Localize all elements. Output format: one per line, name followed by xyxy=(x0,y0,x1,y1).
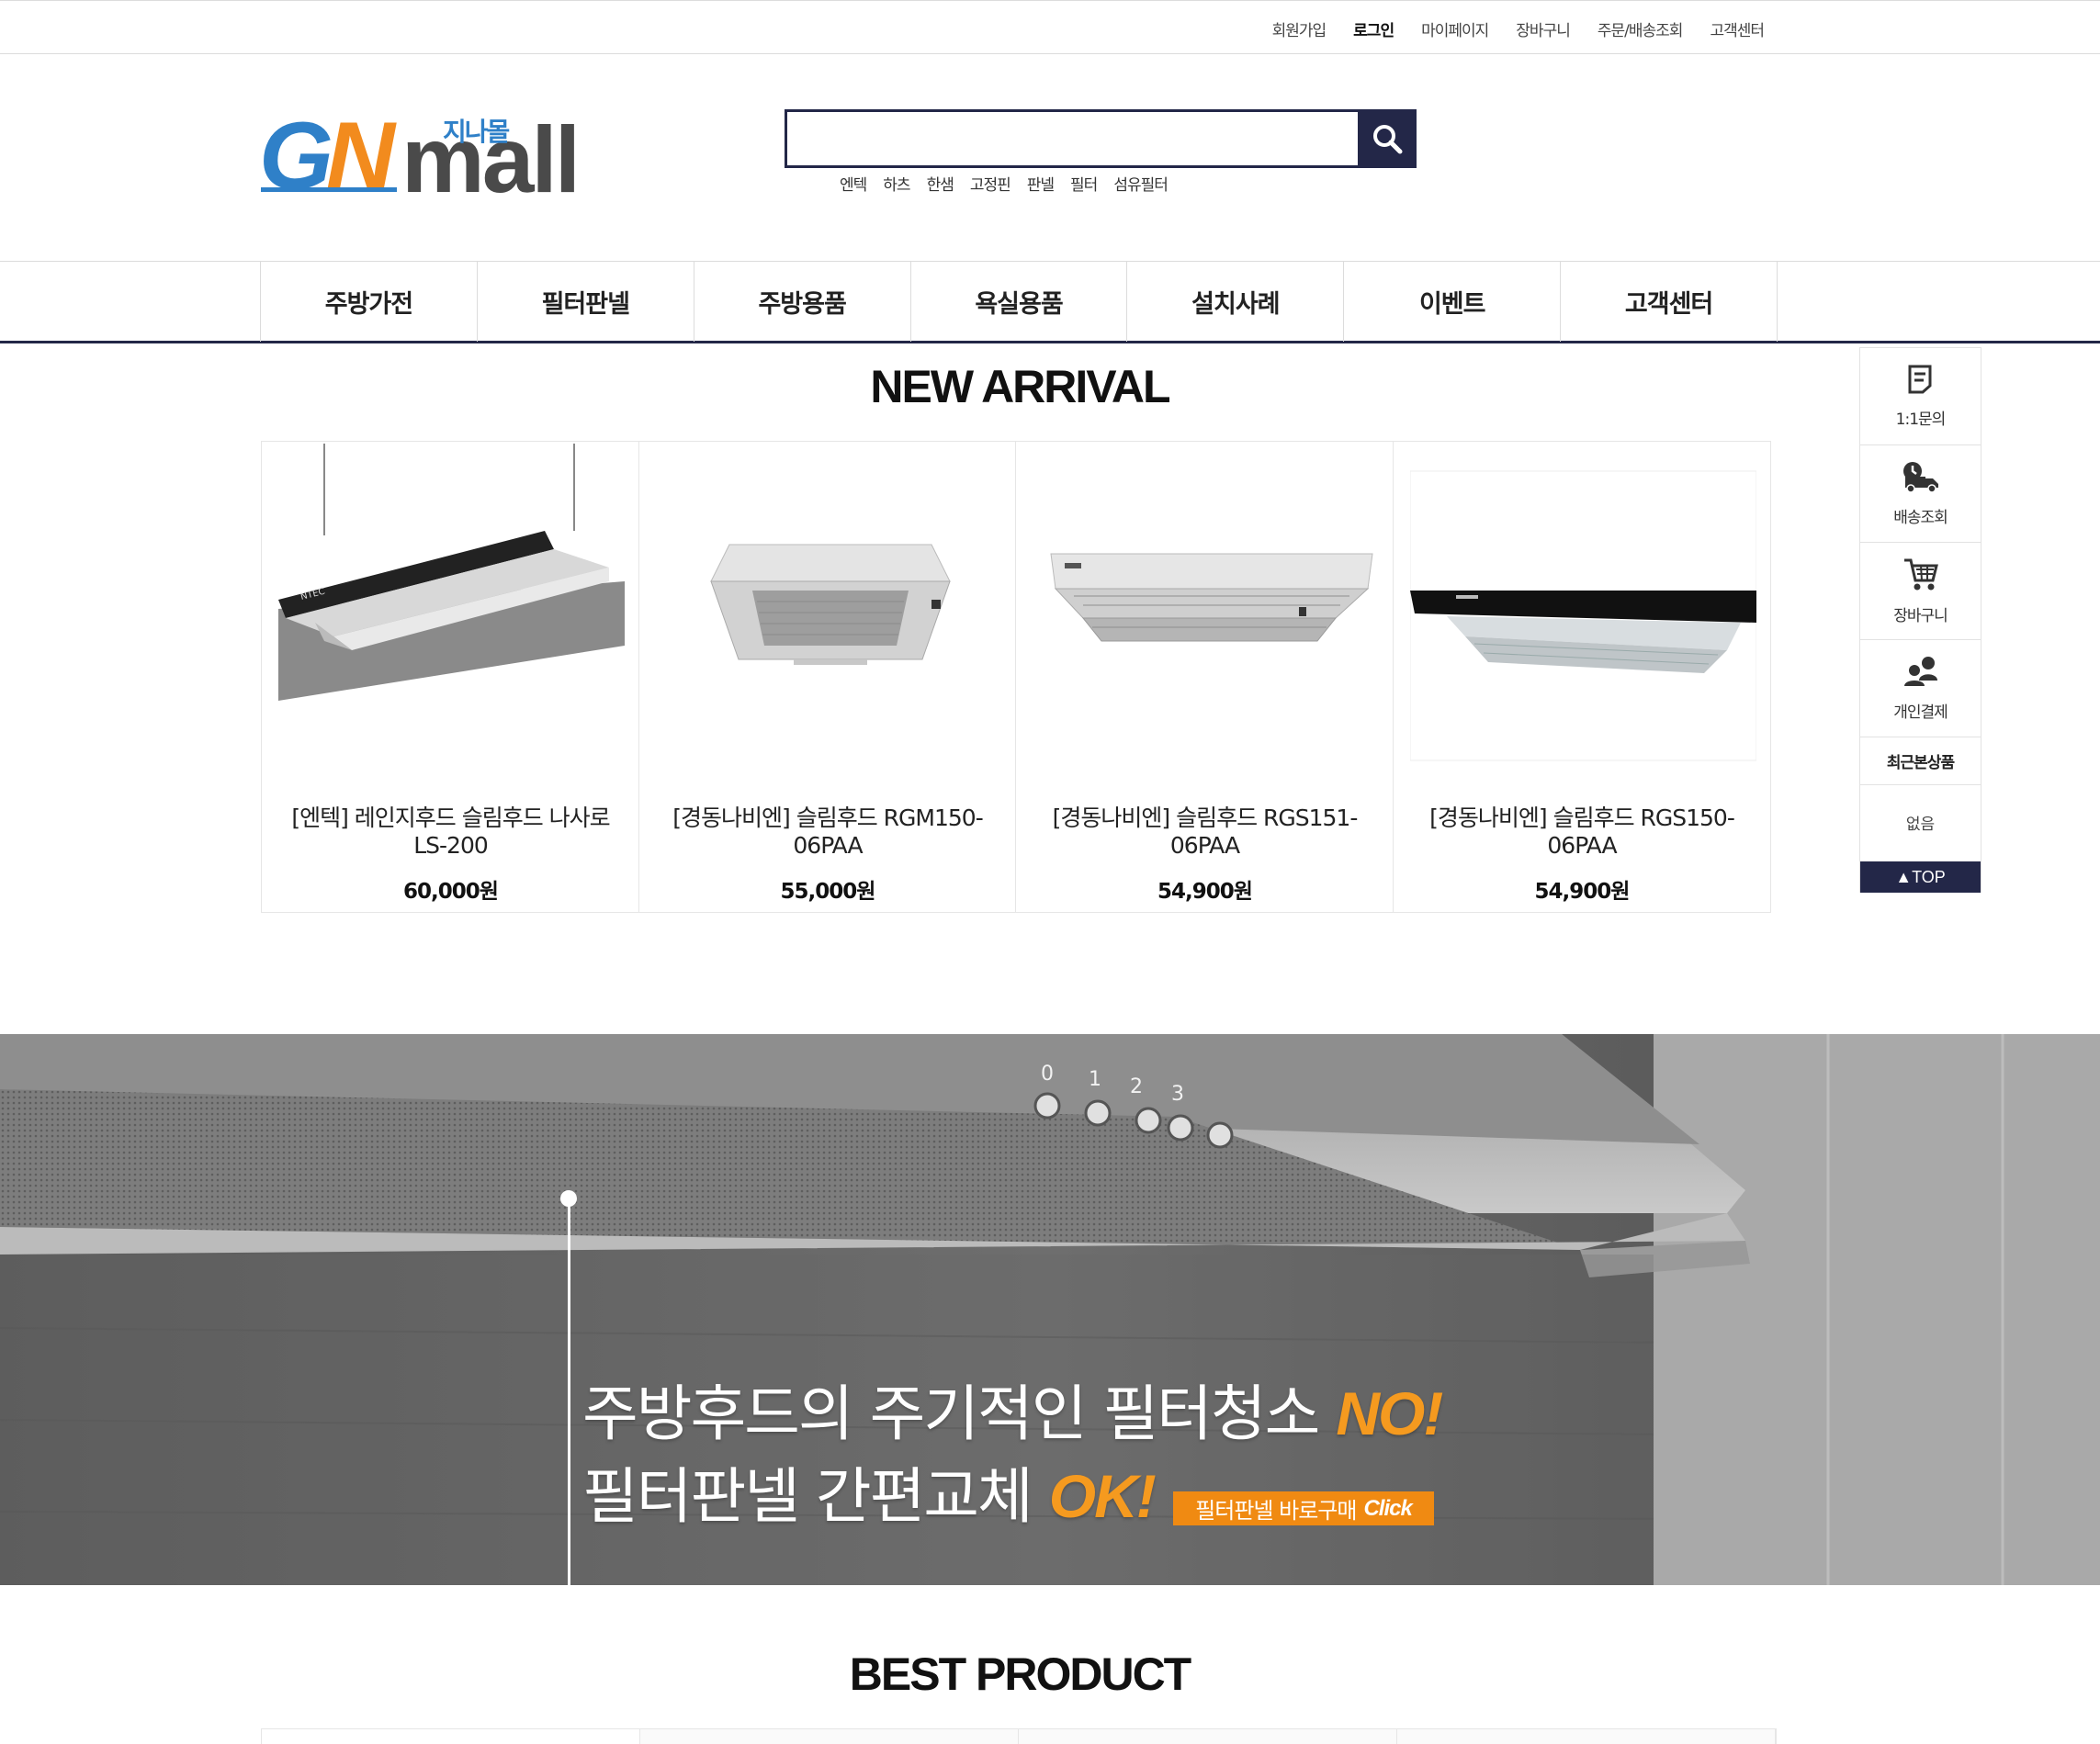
product-card[interactable]: NTEC [엔텍] 레인지후드 슬림후드 나사로 LS-200 60,000원 xyxy=(262,442,639,912)
quick-menu-bar: 1:1문의 배송조회 장바구니 개인결제 최근본상품 없음 ▲TOP xyxy=(1859,347,1981,893)
main-nav: 주방가전 필터판넬 주방용품 욕실용품 설치사례 이벤트 고객센터 xyxy=(0,261,2100,343)
product-card[interactable]: [경동나비엔] 슬림후드 RGS151-06PAA 54,900원 xyxy=(1016,442,1394,912)
quick-inquiry[interactable]: 1:1문의 xyxy=(1860,348,1981,445)
top-link-login[interactable]: 로그인 xyxy=(1353,17,1394,40)
quick-item-label: 개인결제 xyxy=(1893,703,1948,722)
search-button[interactable] xyxy=(1358,109,1417,168)
banner-headline-2: 필터판넬 간편교체 OK! xyxy=(582,1461,1157,1532)
product-card[interactable]: [경동나비엔] 슬림후드 RGS150-06PAA 54,900원 xyxy=(1394,442,1771,912)
new-arrival-grid: NTEC [엔텍] 레인지후드 슬림후드 나사로 LS-200 60,000원 … xyxy=(261,441,1771,913)
recent-products-empty: 없음 xyxy=(1905,815,1936,834)
keyword-link[interactable]: 고정핀 xyxy=(970,172,1011,195)
product-card[interactable] xyxy=(1019,1729,1397,1744)
keyword-link[interactable]: 필터 xyxy=(1070,172,1098,195)
best-product-grid xyxy=(261,1728,1777,1744)
buy-filter-panel-button[interactable]: 필터판넬 바로구매 Click xyxy=(1173,1491,1434,1525)
top-link-signup[interactable]: 회원가입 xyxy=(1272,17,1327,40)
keyword-link[interactable]: 판넬 xyxy=(1027,172,1055,195)
product-name: [엔텍] 레인지후드 슬림후드 나사로 LS-200 xyxy=(291,804,610,859)
product-name: [경동나비엔] 슬림후드 RGS151-06PAA xyxy=(1052,804,1359,859)
quick-cart[interactable]: 장바구니 xyxy=(1860,543,1981,640)
site-logo[interactable]: GN mall 지나몰 xyxy=(259,108,581,207)
search-box xyxy=(785,109,1417,168)
delivery-truck-icon xyxy=(1902,462,1938,493)
product-name: [경동나비엔] 슬림후드 RGS150-06PAA xyxy=(1429,804,1735,859)
top-links: 회원가입 로그인 마이페이지 장바구니 주문/배송조회 고객센터 xyxy=(1272,17,1765,40)
popular-keywords: 엔텍 하츠 한샘 고정핀 판넬 필터 섬유필터 xyxy=(840,172,1169,195)
quick-personal-payment[interactable]: 개인결제 xyxy=(1860,640,1981,737)
nav-kitchen-supplies[interactable]: 주방용품 xyxy=(694,262,911,342)
keyword-link[interactable]: 섬유필터 xyxy=(1113,172,1169,195)
knob-label: 2 xyxy=(1130,1075,1143,1098)
product-image xyxy=(655,444,1002,789)
banner-pin-line xyxy=(568,1199,570,1585)
quick-item-label: 장바구니 xyxy=(1893,607,1948,625)
knob-label: 3 xyxy=(1171,1083,1184,1106)
cart-icon xyxy=(1903,558,1938,591)
knob-label: 1 xyxy=(1089,1068,1101,1091)
product-price: 54,900원 xyxy=(1534,880,1631,904)
nav-installation-cases[interactable]: 설치사례 xyxy=(1127,262,1345,342)
scroll-top-button[interactable]: ▲TOP xyxy=(1860,861,1981,893)
logo-korean-name: 지나몰 xyxy=(443,117,510,147)
top-link-order-tracking[interactable]: 주문/배송조회 xyxy=(1598,17,1684,40)
nav-kitchen-appliances[interactable]: 주방가전 xyxy=(261,262,478,342)
quick-item-label: 배송조회 xyxy=(1893,509,1948,527)
product-image xyxy=(1033,444,1379,789)
product-image xyxy=(1409,444,1756,789)
users-icon xyxy=(1903,657,1937,686)
nav-bathroom-supplies[interactable]: 욕실용품 xyxy=(911,262,1128,342)
best-product-title: BEST PRODUCT xyxy=(849,1648,1191,1700)
product-name: [경동나비엔] 슬림후드 RGM150-06PAA xyxy=(672,804,983,859)
product-card[interactable]: [경동나비엔] 슬림후드 RGM150-06PAA 55,000원 xyxy=(639,442,1016,912)
search-input[interactable] xyxy=(787,112,1357,165)
new-arrival-title: NEW ARRIVAL xyxy=(870,361,1170,412)
knob-label: 0 xyxy=(1041,1063,1054,1086)
banner-headline-1: 주방후드의 주기적인 필터청소 NO! xyxy=(582,1378,1443,1449)
inquiry-note-icon xyxy=(1908,365,1931,394)
recent-products-title: 최근본상품 xyxy=(1860,737,1981,785)
top-utility-bar: 회원가입 로그인 마이페이지 장바구니 주문/배송조회 고객센터 xyxy=(0,0,2100,54)
nav-customer-center[interactable]: 고객센터 xyxy=(1561,262,1778,342)
logo-underline xyxy=(261,187,397,192)
keyword-link[interactable]: 하츠 xyxy=(883,172,910,195)
quick-item-label: 1:1문의 xyxy=(1895,411,1947,429)
top-link-mypage[interactable]: 마이페이지 xyxy=(1421,17,1489,40)
product-price: 54,900원 xyxy=(1157,880,1253,904)
top-link-customer-center[interactable]: 고객센터 xyxy=(1710,17,1765,40)
search-icon xyxy=(1373,125,1403,154)
top-link-cart[interactable]: 장바구니 xyxy=(1516,17,1571,40)
keyword-link[interactable]: 한샘 xyxy=(927,172,954,195)
keyword-link[interactable]: 엔텍 xyxy=(840,172,867,195)
quick-delivery-tracking[interactable]: 배송조회 xyxy=(1860,445,1981,543)
product-card[interactable] xyxy=(262,1729,640,1744)
nav-events[interactable]: 이벤트 xyxy=(1344,262,1562,342)
nav-filter-panel[interactable]: 필터판넬 xyxy=(478,262,694,342)
product-card[interactable] xyxy=(640,1729,1019,1744)
promo-banner[interactable]: 0 1 2 3 주방후드의 주기적인 필터청소 NO! 필터판넬 간편교체 OK… xyxy=(0,1034,2100,1585)
product-price: 55,000원 xyxy=(780,880,876,904)
product-image: NTEC xyxy=(278,444,625,789)
product-card[interactable] xyxy=(1397,1729,1776,1744)
product-price: 60,000원 xyxy=(403,880,499,904)
